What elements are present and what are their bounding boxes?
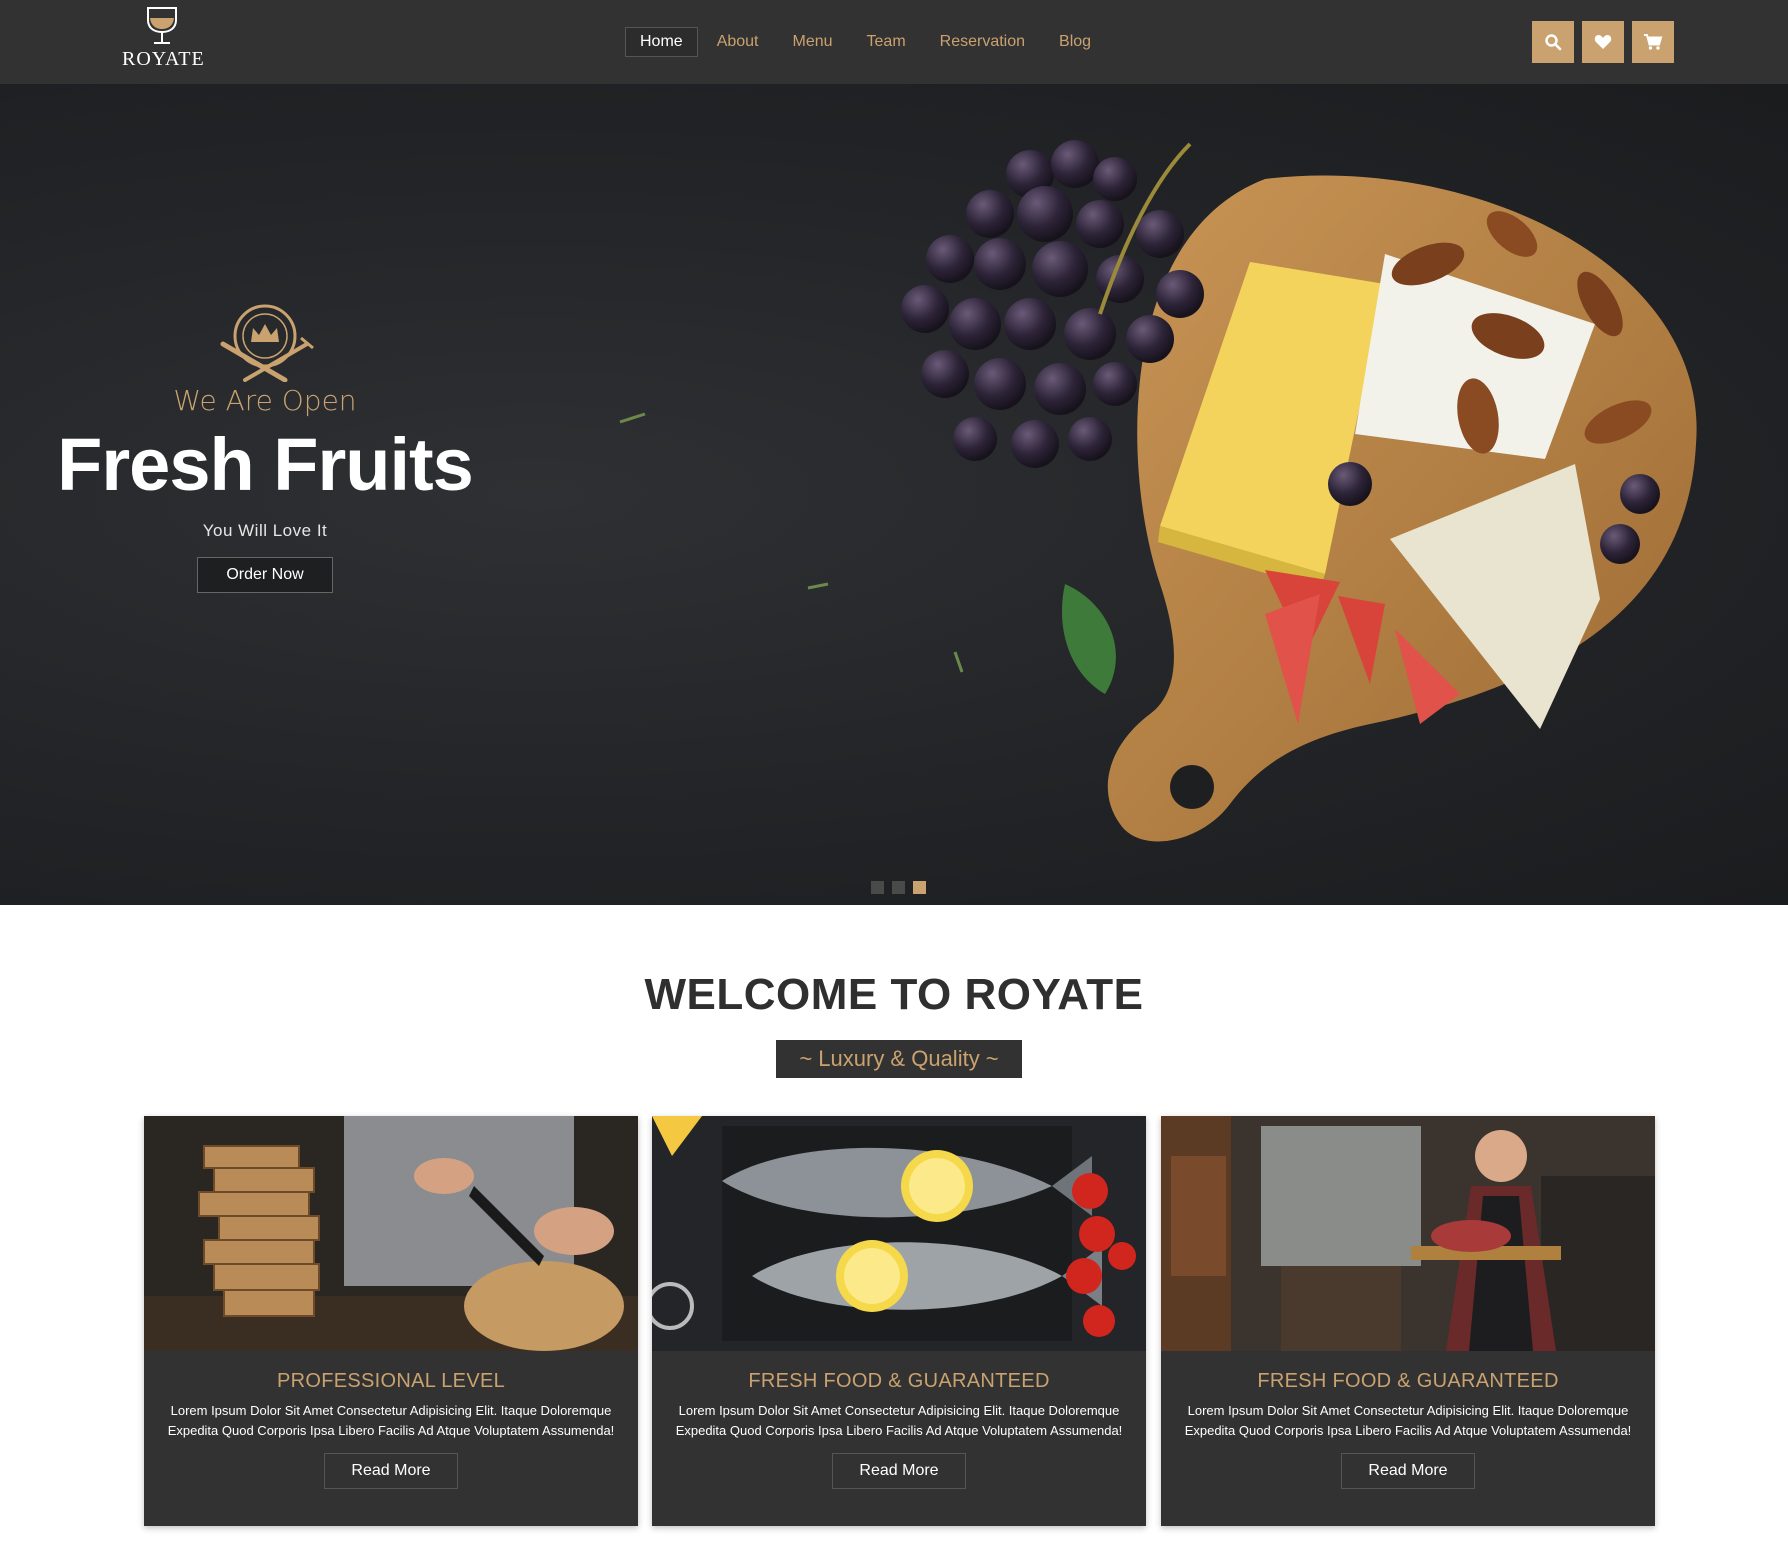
search-icon bbox=[1545, 34, 1562, 51]
read-more-button[interactable]: Read More bbox=[1341, 1453, 1475, 1489]
nav-item-reservation[interactable]: Reservation bbox=[925, 27, 1040, 57]
cart-icon bbox=[1644, 34, 1663, 50]
card-title: FRESH FOOD & GUARANTEED bbox=[748, 1370, 1050, 1392]
card-title: PROFESSIONAL LEVEL bbox=[276, 1370, 506, 1392]
wishlist-button[interactable] bbox=[1582, 21, 1624, 63]
hero-title: Fresh Fruits bbox=[57, 423, 474, 506]
hero-tagline: We Are Open bbox=[173, 384, 357, 417]
site-header: ROYATE Home About Menu Team Reservation … bbox=[0, 0, 1788, 84]
card-title: FRESH FOOD & GUARANTEED bbox=[1257, 1370, 1559, 1392]
slider-dots bbox=[871, 881, 934, 894]
hero-slider: We Are Open Fresh Fruits You Will Love I… bbox=[0, 84, 1788, 905]
fish-lemon-image bbox=[652, 1116, 1146, 1351]
cart-button[interactable] bbox=[1632, 21, 1674, 63]
slider-dot-3[interactable] bbox=[913, 881, 926, 894]
crown-cutlery-emblem-icon bbox=[220, 304, 314, 382]
read-more-button[interactable]: Read More bbox=[832, 1453, 966, 1489]
nav-item-team[interactable]: Team bbox=[852, 27, 921, 57]
card-text: Lorem Ipsum Dolor Sit Amet Consectetur A… bbox=[167, 1403, 615, 1438]
card-text: Lorem Ipsum Dolor Sit Amet Consectetur A… bbox=[675, 1403, 1123, 1438]
bread-image bbox=[144, 1116, 638, 1351]
main-nav: Home About Menu Team Reservation Blog bbox=[625, 27, 1110, 57]
welcome-subtitle: ~ Luxury & Quality ~ bbox=[776, 1040, 1022, 1078]
feature-card-professional: PROFESSIONAL LEVEL Lorem Ipsum Dolor Sit… bbox=[144, 1116, 638, 1526]
brand-name: ROYATE bbox=[122, 48, 205, 70]
read-more-button[interactable]: Read More bbox=[324, 1453, 458, 1489]
welcome-title: WELCOME TO ROYATE bbox=[644, 970, 1144, 1019]
slider-dot-1[interactable] bbox=[871, 881, 884, 894]
wine-glass-icon bbox=[147, 7, 177, 44]
fish-image bbox=[652, 1116, 1146, 1351]
feature-card-fresh-food-1: FRESH FOOD & GUARANTEED Lorem Ipsum Dolo… bbox=[652, 1116, 1146, 1526]
feature-card-fresh-food-2: FRESH FOOD & GUARANTEED Lorem Ipsum Dolo… bbox=[1161, 1116, 1655, 1526]
order-now-button[interactable]: Order Now bbox=[197, 557, 333, 593]
nav-item-blog[interactable]: Blog bbox=[1044, 27, 1106, 57]
nav-item-menu[interactable]: Menu bbox=[778, 27, 848, 57]
search-button[interactable] bbox=[1532, 21, 1574, 63]
nav-item-home[interactable]: Home bbox=[625, 27, 698, 57]
bread-cutting-image bbox=[144, 1116, 638, 1351]
header-actions bbox=[1532, 21, 1674, 63]
hero-content: We Are Open Fresh Fruits You Will Love I… bbox=[40, 304, 490, 593]
chef-image bbox=[1161, 1116, 1655, 1351]
slider-dot-2[interactable] bbox=[892, 881, 905, 894]
nav-item-about[interactable]: About bbox=[702, 27, 774, 57]
brand-logo[interactable]: ROYATE bbox=[122, 6, 205, 78]
butcher-chef-image bbox=[1161, 1116, 1655, 1351]
hero-subtitle: You Will Love It bbox=[202, 521, 328, 540]
card-text: Lorem Ipsum Dolor Sit Amet Consectetur A… bbox=[1184, 1403, 1632, 1438]
heart-icon bbox=[1594, 35, 1612, 49]
